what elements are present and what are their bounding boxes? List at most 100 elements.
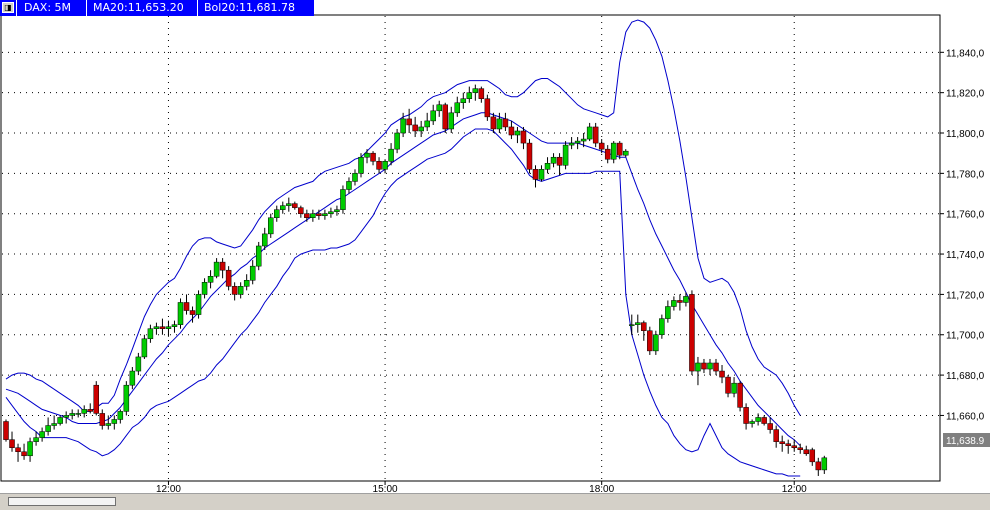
price-chart[interactable]: 11,840,0 11,820,0 11,800,0 11,780,0 11,760,0… xyxy=(0,0,990,510)
candle-body-down xyxy=(21,451,27,457)
candle-body-down xyxy=(677,300,683,303)
candle-body-up xyxy=(683,296,689,303)
candle xyxy=(484,94,491,121)
candle-body-down xyxy=(773,429,779,442)
candle-body-up xyxy=(550,156,557,164)
price-tick-label: 11,720,0 xyxy=(946,290,985,301)
candle-body-down xyxy=(298,207,304,214)
candle-body-up xyxy=(731,382,737,394)
candle-body-down xyxy=(719,370,725,378)
candle-body-up xyxy=(340,189,346,210)
candle-body-down xyxy=(809,449,816,463)
candle-body-down xyxy=(725,376,731,394)
candle-body-down xyxy=(87,409,93,412)
candle xyxy=(93,381,100,416)
candle-body-up xyxy=(135,356,142,372)
price-tick-label: 11,820,0 xyxy=(946,89,985,100)
candle-body-down xyxy=(532,169,539,180)
candle-body-down xyxy=(219,261,226,271)
candle-body-up xyxy=(695,362,701,372)
horizontal-scrollbar[interactable] xyxy=(0,493,940,510)
candle-body-down xyxy=(791,445,797,448)
candle-body-down xyxy=(225,269,232,287)
candle-body-up xyxy=(755,417,761,422)
candle-body-down xyxy=(183,302,190,311)
scrollbar-thumb[interactable] xyxy=(8,497,116,506)
candle-body-up xyxy=(207,275,214,283)
candle-body-down xyxy=(616,142,623,156)
candle xyxy=(340,185,346,214)
candle-body-up xyxy=(424,120,430,128)
candle-body-down xyxy=(647,330,653,352)
candle xyxy=(737,381,743,412)
candle-body-up xyxy=(388,148,394,162)
candle-body-up xyxy=(562,144,569,166)
candle-body-up xyxy=(586,126,593,140)
candle-body-up xyxy=(261,233,268,247)
candle-body-up xyxy=(57,417,63,424)
candle-body-up xyxy=(358,156,364,174)
scrollbar-corner xyxy=(940,493,990,510)
candle-body-down xyxy=(502,118,509,128)
candle-body-down xyxy=(9,439,15,448)
candle-body-down xyxy=(520,130,527,144)
candle-body-down xyxy=(592,126,599,144)
candle xyxy=(3,419,9,442)
candle xyxy=(442,102,448,134)
candle-body-up xyxy=(454,102,461,114)
candle-body-up xyxy=(629,324,635,326)
candle-body-up xyxy=(286,203,292,206)
candle-body-up xyxy=(177,302,184,325)
candle-body-up xyxy=(111,419,118,424)
candle-body-up xyxy=(171,324,178,327)
candle-body-down xyxy=(761,417,767,424)
candle-body-up xyxy=(544,163,551,170)
candle-body-up xyxy=(472,88,479,93)
chart-header-bar: ◨ DAX: 5M MA20:11,653.20 Bol20:11,681.78 xyxy=(0,0,314,16)
candle xyxy=(195,290,202,319)
candle-body-down xyxy=(803,449,810,455)
candle-body-up xyxy=(201,282,208,295)
candle-body-down xyxy=(442,104,448,130)
candle-body-up xyxy=(610,142,617,160)
candle-body-up xyxy=(580,138,587,142)
price-tick-label: 11,680,0 xyxy=(946,371,985,382)
candle-body-down xyxy=(508,126,515,136)
candle-body-up xyxy=(267,217,274,235)
candle-body-down xyxy=(490,116,497,130)
candle-body-down xyxy=(3,421,9,440)
candle-body-down xyxy=(484,98,491,118)
candle-body-down xyxy=(159,326,166,329)
candle-body-up xyxy=(568,142,575,146)
chart-background xyxy=(0,0,990,510)
candle-body-up xyxy=(237,286,244,295)
candle-body-up xyxy=(322,213,328,216)
candle-body-up xyxy=(659,318,665,335)
candle-body-up xyxy=(671,300,677,307)
candle xyxy=(562,141,569,170)
candle-body-up xyxy=(310,213,316,218)
candle-body-up xyxy=(213,261,220,277)
candle-body-up xyxy=(27,441,33,457)
candle-body-up xyxy=(141,338,148,358)
price-tick-label: 11,760,0 xyxy=(946,210,985,221)
last-price-marker: 11,638.9 xyxy=(943,433,990,447)
last-price-label: 11,638.9 xyxy=(946,436,985,447)
candle-body-up xyxy=(707,362,713,370)
candle-body-up xyxy=(821,457,828,471)
candle-body-up xyxy=(123,384,130,412)
chart-window-icon[interactable]: ◨ xyxy=(2,2,14,13)
candle-body-up xyxy=(352,173,358,182)
candle-body-up xyxy=(328,211,334,214)
price-tick-label: 11,840,0 xyxy=(946,48,985,59)
candle-body-up xyxy=(448,112,455,130)
candle-body-down xyxy=(15,447,21,453)
candle-body-up xyxy=(249,265,256,281)
price-tick-label: 11,740,0 xyxy=(946,250,985,261)
candle-body-up xyxy=(129,370,136,386)
candle-body-up xyxy=(364,152,370,158)
candle-body-up xyxy=(280,205,286,210)
candle-body-down xyxy=(598,142,605,150)
header-separator xyxy=(16,0,17,16)
candle-body-down xyxy=(701,362,707,370)
